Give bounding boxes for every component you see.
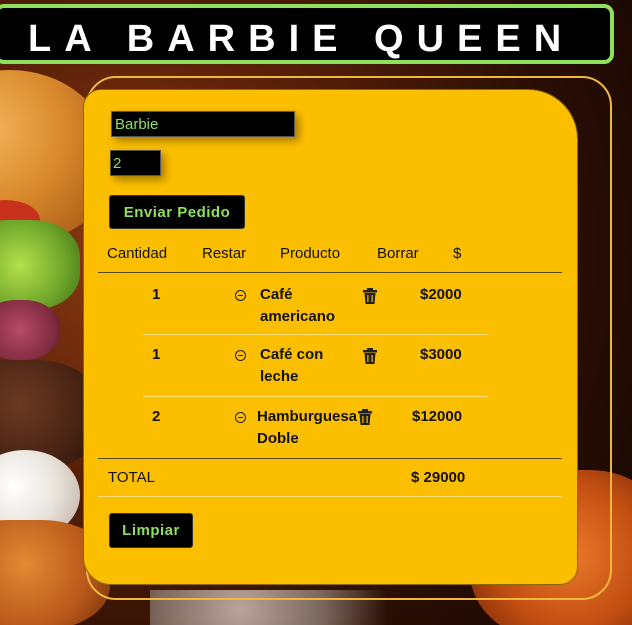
row-quantity: 1 (152, 346, 161, 363)
quantity-input[interactable] (110, 150, 161, 176)
row-price: $3000 (420, 346, 462, 363)
row-quantity: 2 (152, 408, 161, 425)
table-header-divider (98, 272, 562, 273)
total-divider (98, 496, 562, 497)
row-product-line2: leche (260, 368, 299, 385)
column-header-cantidad: Cantidad (107, 245, 168, 262)
clear-button[interactable]: Limpiar (109, 513, 193, 548)
row-product-line2: Doble (257, 430, 299, 447)
minus-circle-icon[interactable] (235, 350, 246, 361)
row-price: $12000 (412, 408, 463, 425)
row-product-line1: Hamburguesa (257, 408, 358, 425)
row-product-line1: Café (260, 286, 293, 303)
table-body-divider (98, 458, 562, 459)
trash-icon[interactable] (363, 288, 377, 304)
column-header-borrar: Borrar (377, 245, 419, 262)
send-order-button[interactable]: Enviar Pedido (109, 195, 245, 229)
site-header: LA BARBIE QUEEN (0, 4, 614, 64)
row-quantity: 1 (152, 286, 161, 303)
trash-icon[interactable] (358, 409, 372, 425)
column-header-producto: Producto (280, 245, 341, 262)
row-divider (143, 396, 488, 397)
trash-icon[interactable] (363, 348, 377, 364)
customer-name-input[interactable] (111, 111, 295, 137)
minus-circle-icon[interactable] (235, 290, 246, 301)
column-header-price: $ (453, 245, 462, 262)
row-price: $2000 (420, 286, 462, 303)
minus-circle-icon[interactable] (235, 412, 246, 423)
row-divider (143, 334, 488, 335)
total-label: TOTAL (108, 469, 155, 486)
site-title: LA BARBIE QUEEN (28, 18, 575, 60)
column-header-restar: Restar (202, 245, 247, 262)
row-product-line2: americano (260, 308, 336, 325)
total-value: $ 29000 (411, 469, 466, 486)
row-product-line1: Café con (260, 346, 324, 363)
